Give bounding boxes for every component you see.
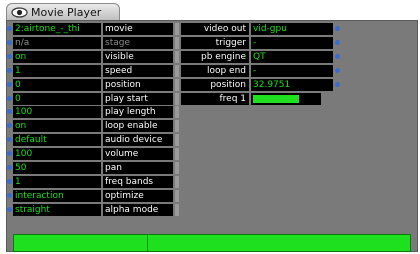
param-value-optimize[interactable]: interaction — [13, 190, 101, 202]
param-row-position: 0 position — [7, 79, 187, 91]
param-separator — [175, 162, 179, 174]
input-port-dot[interactable] — [7, 137, 12, 142]
param-label-volume: volume — [103, 148, 173, 160]
param-value-position[interactable]: 0 — [13, 79, 101, 91]
param-row-stage: n/a stage — [7, 37, 187, 49]
actor-panel: 2:airtone_-_thi movie n/a stage on visible 1 sp… — [6, 20, 418, 252]
output-port-dot[interactable] — [335, 40, 340, 45]
param-label-audio-device: audio device — [103, 134, 173, 146]
input-port-dot[interactable] — [7, 165, 12, 170]
param-separator — [175, 204, 179, 216]
param-value-freq-bands[interactable]: 1 — [13, 176, 101, 188]
param-row-movie: 2:airtone_-_thi movie — [7, 23, 187, 35]
param-row-visible: on visible — [7, 51, 187, 63]
param-label-freq-bands: freq bands — [103, 176, 173, 188]
param-row-play-start: 0 play start — [7, 93, 187, 105]
input-port-dot[interactable] — [7, 179, 12, 184]
param-separator — [175, 93, 179, 105]
param-separator — [175, 51, 179, 63]
output-port-dot[interactable] — [335, 26, 340, 31]
param-value-visible[interactable]: on — [13, 51, 101, 63]
input-port-dot[interactable] — [7, 54, 12, 59]
output-value-position[interactable]: 32.9751 — [251, 79, 333, 91]
param-label-pan: pan — [103, 162, 173, 174]
param-separator — [175, 120, 179, 132]
param-label-position: position — [103, 79, 173, 91]
output-level-bar[interactable] — [13, 234, 411, 252]
param-value-pan[interactable]: 50 — [13, 162, 101, 174]
param-row-speed: 1 speed — [7, 65, 187, 77]
param-row-play-length: 100 play length — [7, 106, 187, 118]
param-separator — [175, 106, 179, 118]
tab-title: Movie Player — [31, 6, 102, 19]
input-port-dot[interactable] — [7, 193, 12, 198]
param-value-volume[interactable]: 100 — [13, 148, 101, 160]
input-port-dot[interactable] — [7, 207, 12, 212]
param-separator — [175, 65, 179, 77]
param-row-freq-bands: 1 freq bands — [7, 176, 187, 188]
input-port-dot[interactable] — [7, 96, 12, 101]
param-separator — [175, 37, 179, 49]
param-row-optimize: interaction optimize — [7, 190, 187, 202]
param-value-speed[interactable]: 1 — [13, 65, 101, 77]
output-label-position: position — [181, 79, 249, 91]
param-row-pan: 50 pan — [7, 162, 187, 174]
output-port-dot[interactable] — [335, 82, 340, 87]
param-value-play-start[interactable]: 0 — [13, 93, 101, 105]
input-port-dot[interactable] — [7, 26, 12, 31]
param-value-stage[interactable]: n/a — [13, 37, 101, 49]
param-label-speed: speed — [103, 65, 173, 77]
param-label-stage: stage — [103, 37, 173, 49]
param-separator — [175, 176, 179, 188]
param-label-optimize: optimize — [103, 190, 173, 202]
input-port-dot[interactable] — [7, 151, 12, 156]
output-port-dot[interactable] — [335, 68, 340, 73]
param-label-loop-enable: loop enable — [103, 120, 173, 132]
input-port-dot[interactable] — [7, 109, 12, 114]
param-row-audio-device: default audio device — [7, 134, 187, 146]
output-value-pb-engine[interactable]: QT — [251, 51, 333, 63]
param-label-visible: visible — [103, 51, 173, 63]
input-port-dot[interactable] — [7, 82, 12, 87]
tab-movie-player[interactable]: Movie Player — [6, 3, 120, 21]
param-value-movie[interactable]: 2:airtone_-_thi — [13, 23, 101, 35]
freq-1-meter-fill — [253, 95, 299, 103]
eye-icon[interactable] — [11, 6, 28, 19]
output-label-loop-end: loop end — [181, 65, 249, 77]
input-port-dot[interactable] — [7, 40, 12, 45]
param-value-alpha-mode[interactable]: straight — [13, 204, 101, 216]
param-separator — [175, 190, 179, 202]
output-value-video-out[interactable]: vid-gpu — [251, 23, 333, 35]
param-value-loop-enable[interactable]: on — [13, 120, 101, 132]
level-divider — [147, 235, 148, 251]
output-label-freq-1: freq 1 — [181, 93, 249, 105]
param-separator — [175, 79, 179, 91]
input-port-dot[interactable] — [7, 123, 12, 128]
input-port-dot[interactable] — [7, 68, 12, 73]
param-value-audio-device[interactable]: default — [13, 134, 101, 146]
param-separator — [175, 148, 179, 160]
output-value-loop-end[interactable]: - — [251, 65, 333, 77]
output-label-trigger: trigger — [181, 37, 249, 49]
output-label-pb-engine: pb engine — [181, 51, 249, 63]
output-port-dot[interactable] — [335, 54, 340, 59]
param-label-play-length: play length — [103, 106, 173, 118]
output-value-trigger[interactable]: - — [251, 37, 333, 49]
param-row-alpha-mode: straight alpha mode — [7, 204, 187, 216]
param-row-volume: 100 volume — [7, 148, 187, 160]
param-value-play-length[interactable]: 100 — [13, 106, 101, 118]
param-label-play-start: play start — [103, 93, 173, 105]
param-row-loop-enable: on loop enable — [7, 120, 187, 132]
param-label-movie: movie — [103, 23, 173, 35]
param-separator — [175, 134, 179, 146]
param-label-alpha-mode: alpha mode — [103, 204, 173, 216]
param-separator — [175, 23, 179, 35]
freq-1-meter — [251, 93, 321, 105]
output-label-video-out: video out — [181, 23, 249, 35]
